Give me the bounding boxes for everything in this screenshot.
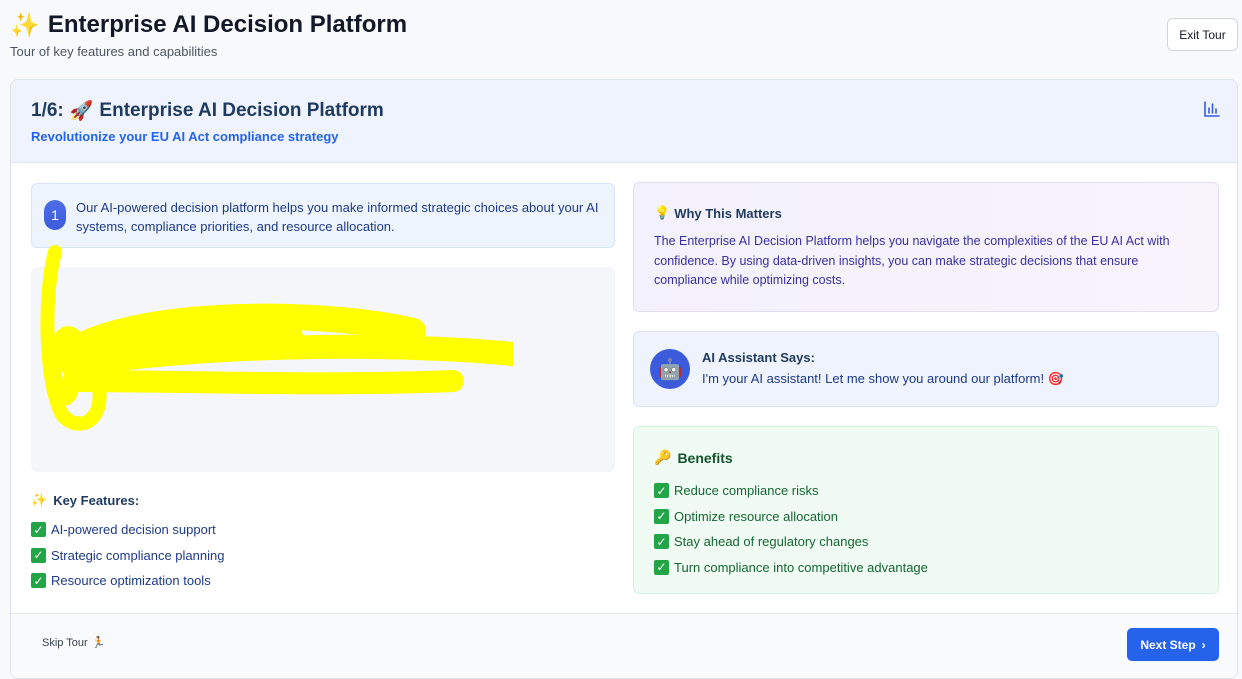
check-icon: ✓ bbox=[654, 483, 669, 499]
chevron-right-icon: › bbox=[1201, 637, 1206, 652]
check-icon: ✓ bbox=[31, 573, 46, 589]
check-icon: ✓ bbox=[654, 534, 669, 550]
check-icon: ✓ bbox=[31, 522, 46, 538]
sparkles-icon: ✨ bbox=[10, 11, 40, 39]
benefit-item: ✓ Optimize resource allocation bbox=[654, 504, 1198, 530]
yellow-scribble-annotation bbox=[40, 245, 513, 431]
step-header: 1/6: 🚀 Enterprise AI Decision Platform R… bbox=[11, 80, 1237, 163]
step-title-text: Enterprise AI Decision Platform bbox=[99, 100, 384, 121]
key-features-title: ✨ Key Features: bbox=[31, 492, 140, 508]
tour-card: 1/6: 🚀 Enterprise AI Decision Platform R… bbox=[10, 79, 1238, 679]
step-description: Our AI-powered decision platform helps y… bbox=[76, 200, 599, 234]
benefits-box: 🔑 Benefits ✓ Reduce compliance risks ✓ Opt… bbox=[633, 426, 1219, 594]
step-title: 1/6: 🚀 Enterprise AI Decision Platform bbox=[31, 99, 1217, 123]
check-icon: ✓ bbox=[654, 508, 669, 524]
why-this-matters-box: 💡 Why This Matters The Enterprise AI Dec… bbox=[633, 182, 1219, 312]
benefits-title: 🔑 Benefits bbox=[654, 449, 733, 466]
rocket-icon: 🚀 bbox=[69, 101, 94, 122]
page-header: ✨ Enterprise AI Decision Platform Tour o… bbox=[10, 8, 407, 59]
feature-item: ✓ Strategic compliance planning bbox=[31, 543, 224, 569]
ai-assistant-message: I'm your AI assistant! Let me show you a… bbox=[702, 371, 1064, 386]
why-text: The Enterprise AI Decision Platform help… bbox=[654, 234, 1170, 287]
sparkles-icon: ✨ bbox=[31, 492, 48, 507]
next-step-button[interactable]: Next Step › bbox=[1127, 628, 1219, 661]
exit-tour-button[interactable]: Exit Tour bbox=[1167, 18, 1238, 51]
robot-avatar-icon: 🤖 bbox=[650, 349, 690, 389]
step-subtitle: Revolutionize your EU AI Act compliance … bbox=[31, 129, 339, 144]
ai-assistant-title: AI Assistant Says: bbox=[702, 350, 815, 365]
lightbulb-icon: 💡 bbox=[654, 205, 671, 220]
check-icon: ✓ bbox=[654, 559, 669, 575]
benefit-item: ✓ Stay ahead of regulatory changes bbox=[654, 529, 1198, 555]
skip-tour-button[interactable]: Skip Tour 🏃 bbox=[42, 636, 106, 650]
check-icon: ✓ bbox=[31, 547, 46, 563]
benefit-item: ✓ Reduce compliance risks bbox=[654, 478, 1198, 504]
key-features: ✨ Key Features: ✓ AI-powered decision sup… bbox=[31, 492, 224, 594]
key-icon: 🔑 bbox=[654, 449, 672, 465]
ai-assistant-box: 🤖 AI Assistant Says: I'm your AI assista… bbox=[633, 331, 1219, 407]
feature-item: ✓ AI-powered decision support bbox=[31, 517, 224, 543]
tour-footer: Skip Tour 🏃 Next Step › bbox=[11, 613, 1237, 678]
page-title: ✨ Enterprise AI Decision Platform bbox=[10, 11, 408, 39]
step-number-badge: 1 bbox=[44, 200, 66, 230]
bar-chart-icon[interactable] bbox=[1203, 100, 1221, 118]
page-subtitle: Tour of key features and capabilities bbox=[10, 44, 218, 59]
running-person-icon: 🏃 bbox=[91, 637, 106, 649]
why-title: 💡 Why This Matters bbox=[654, 205, 782, 221]
step-counter: 1/6: bbox=[31, 100, 64, 121]
benefit-item: ✓ Turn compliance into competitive advant… bbox=[654, 555, 1198, 581]
feature-item: ✓ Resource optimization tools bbox=[31, 568, 224, 594]
